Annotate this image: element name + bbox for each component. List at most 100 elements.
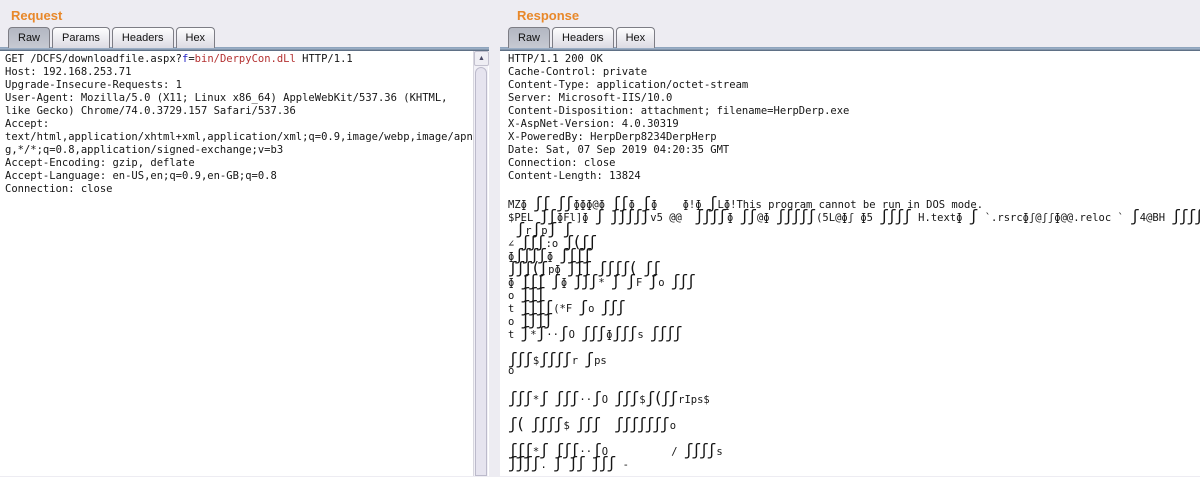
text-segment: ps bbox=[594, 355, 607, 367]
param-value: bin/DerpyCon.dLl bbox=[195, 53, 296, 65]
scrollbar-thumb[interactable] bbox=[475, 67, 487, 476]
text-line: Accept-Language: en-US,en;q=0.9,en-GB;q=… bbox=[5, 170, 473, 183]
text-line: t ʃʃʃʃ(*F ʃo ʃʃʃ bbox=[508, 300, 1200, 313]
text-line: o bbox=[508, 365, 1200, 378]
response-text-editor[interactable]: HTTP/1.1 200 OKCache-Control: private Con… bbox=[500, 51, 1200, 476]
text-segment: ʃ bbox=[584, 349, 592, 368]
text-segment: ʃ bbox=[537, 323, 545, 342]
text-line: Connection: close bbox=[508, 157, 1200, 170]
response-tab-bar: Raw Headers Hex bbox=[500, 27, 1200, 48]
text-line: ɸ ʃʃʃ ʃɸ ʃʃʃ* ʃ ʃF ʃo ʃʃʃ bbox=[508, 274, 1200, 287]
text-segment: o bbox=[670, 420, 676, 432]
text-line: like Gecko) Chrome/74.0.3729.157 Safari/… bbox=[5, 105, 473, 118]
text-segment: v5 @@ bbox=[650, 212, 694, 224]
text-segment: * bbox=[598, 277, 611, 289]
text-segment: 4@BH bbox=[1140, 212, 1172, 224]
response-tab-hex[interactable]: Hex bbox=[616, 27, 656, 48]
text-segment: o bbox=[658, 277, 671, 289]
request-tab-params[interactable]: Params bbox=[52, 27, 110, 48]
request-tab-bar: Raw Params Headers Hex bbox=[0, 27, 489, 48]
response-panel: Response Raw Headers Hex HTTP/1.1 200 OK… bbox=[500, 0, 1200, 477]
text-segment: O bbox=[602, 394, 615, 406]
text-segment: ʃ bbox=[559, 323, 567, 342]
text-segment: HTTP/1.1 bbox=[296, 53, 353, 65]
request-panel-title: Request bbox=[0, 0, 489, 27]
text-segment: ʃ bbox=[1130, 206, 1138, 225]
text-segment: * bbox=[530, 329, 536, 341]
text-segment: ʃʃʃ bbox=[601, 297, 624, 316]
text-segment: $ bbox=[563, 420, 576, 432]
text-line: GET /DCFS/downloadfile.aspx?f=bin/DerpyC… bbox=[5, 53, 473, 66]
text-segment: ·· bbox=[546, 329, 559, 341]
text-segment: (5L@ɸʃ ɸ5 bbox=[816, 212, 879, 224]
text-segment: ʃʃʃʃ bbox=[695, 206, 726, 225]
text-segment: ʃ ʃʃ ʃʃʃ bbox=[553, 453, 614, 472]
text-segment: F bbox=[636, 277, 649, 289]
text-segment: ʃ(ʃʃ bbox=[646, 388, 677, 407]
text-segment: ʃ ʃ bbox=[611, 271, 634, 290]
text-segment: ʃʃʃ ʃʃʃʃʃʃʃ bbox=[576, 414, 668, 433]
text-segment: ʃ( ʃʃʃʃ bbox=[508, 414, 561, 433]
text-segment: (*F bbox=[553, 303, 578, 315]
request-text-editor[interactable]: GET /DCFS/downloadfile.aspx?f=bin/DerpyC… bbox=[0, 51, 489, 476]
request-tab-raw[interactable]: Raw bbox=[8, 27, 50, 48]
response-tab-headers[interactable]: Headers bbox=[552, 27, 614, 48]
text-line: Accept: bbox=[5, 118, 473, 131]
text-segment: - bbox=[616, 459, 629, 471]
text-segment: ɸ bbox=[727, 212, 740, 224]
scroll-up-arrow-icon[interactable]: ▲ bbox=[474, 51, 489, 66]
text-segment: ʃ bbox=[969, 206, 977, 225]
text-line: g,*/*;q=0.8,application/signed-exchange;… bbox=[5, 144, 473, 157]
text-line: X-AspNet-Version: 4.0.30319 bbox=[508, 118, 1200, 131]
text-segment: ʃʃʃ bbox=[612, 323, 635, 342]
text-segment: o bbox=[588, 303, 601, 315]
response-panel-title: Response bbox=[500, 0, 1200, 27]
text-segment: $ bbox=[703, 394, 709, 406]
text-segment: ʃʃʃʃ bbox=[879, 206, 910, 225]
text-segment: ʃʃʃ bbox=[671, 271, 694, 290]
text-line: t ʃ*ʃ··ʃO ʃʃʃɸʃʃʃs ʃʃʃʃ bbox=[508, 326, 1200, 339]
text-segment: s bbox=[716, 446, 722, 458]
text-segment: ʃʃʃʃ bbox=[508, 453, 539, 472]
text-segment: ɸ bbox=[561, 277, 574, 289]
request-tab-hex[interactable]: Hex bbox=[176, 27, 216, 48]
text-segment: rIps bbox=[678, 394, 703, 406]
text-segment: H.textɸ bbox=[912, 212, 969, 224]
text-segment: ʃʃ bbox=[740, 206, 755, 225]
text-line: Cache-Control: private bbox=[508, 66, 1200, 79]
text-line bbox=[508, 378, 1200, 391]
text-segment: ʃʃʃ bbox=[573, 271, 596, 290]
text-line: ∠ ʃʃʃ:o ʃ(ʃʃ bbox=[508, 235, 1200, 248]
response-tab-raw[interactable]: Raw bbox=[508, 27, 550, 48]
text-segment: `.rsrcɸʃ@ʃʃɸ@@.reloc ` bbox=[978, 212, 1130, 224]
text-segment: . bbox=[541, 459, 554, 471]
text-segment: ʃʃʃʃʃ bbox=[776, 206, 814, 225]
text-line: HTTP/1.1 200 OK bbox=[508, 53, 1200, 66]
request-tab-headers[interactable]: Headers bbox=[112, 27, 174, 48]
request-panel: Request Raw Params Headers Hex GET /DCFS… bbox=[0, 0, 489, 477]
text-segment: ʃ bbox=[592, 388, 600, 407]
text-line: ʃʃʃ*ʃ ʃʃʃ··ʃO ʃʃʃ$ʃ(ʃʃrIps$ bbox=[508, 391, 1200, 404]
text-line: text/html,application/xhtml+xml,applicat… bbox=[5, 131, 473, 144]
text-line: Accept-Encoding: gzip, deflate bbox=[5, 157, 473, 170]
text-segment: ʃ ʃʃʃ bbox=[539, 388, 577, 407]
text-segment: $ bbox=[639, 394, 645, 406]
text-segment: ʃʃʃ bbox=[581, 323, 604, 342]
tab-label: Headers bbox=[122, 32, 164, 44]
text-segment: ʃʃʃʃ ʃʃ bbox=[1171, 206, 1200, 225]
text-segment: ʃ bbox=[649, 271, 657, 290]
tab-label: Hex bbox=[186, 32, 206, 44]
text-segment: ʃʃʃʃ bbox=[539, 349, 570, 368]
tab-label: Raw bbox=[18, 32, 40, 44]
text-line: Date: Sat, 07 Sep 2019 04:20:35 GMT bbox=[508, 144, 1200, 157]
tab-label: Raw bbox=[518, 32, 540, 44]
text-segment: ʃ bbox=[521, 323, 529, 342]
text-segment: ʃʃʃʃ bbox=[684, 440, 715, 459]
text-segment: GET /DCFS/downloadfile.aspx? bbox=[5, 53, 182, 65]
tab-label: Hex bbox=[626, 32, 646, 44]
text-segment: r bbox=[572, 355, 585, 367]
text-line: Content-Disposition: attachment; filenam… bbox=[508, 105, 1200, 118]
text-line: X-PoweredBy: HerpDerp8234DerpHerp bbox=[508, 131, 1200, 144]
request-vertical-scrollbar[interactable]: ▲ bbox=[473, 51, 488, 476]
tab-label: Headers bbox=[562, 32, 604, 44]
